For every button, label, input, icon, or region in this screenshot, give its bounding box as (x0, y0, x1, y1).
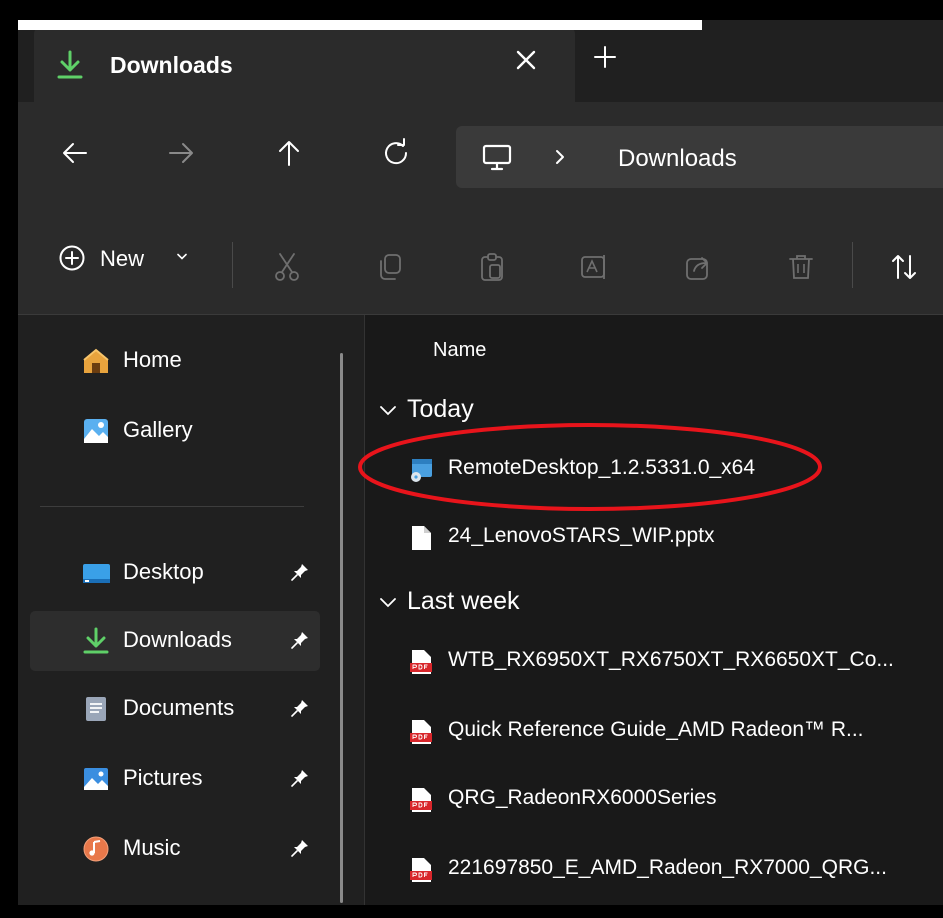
pin-icon[interactable] (291, 563, 309, 581)
new-button[interactable]: New (58, 242, 208, 282)
pdf-icon (410, 650, 432, 674)
file-row[interactable]: WTB_RX6950XT_RX6750XT_RX6650XT_Co... (365, 637, 943, 685)
breadcrumb-downloads[interactable]: Downloads (618, 145, 737, 173)
pictures-folder-icon (84, 768, 108, 790)
up-arrow-icon[interactable] (274, 138, 304, 168)
sidebar-item-gallery[interactable]: Gallery (30, 401, 320, 461)
pin-icon[interactable] (291, 769, 309, 787)
sort-icon[interactable] (890, 252, 930, 282)
pdf-icon (410, 858, 432, 882)
sidebar-item-label: Documents (123, 695, 235, 720)
file-name: QRG_RadeonRX6000Series (448, 786, 717, 809)
sidebar-item-label: Pictures (123, 765, 203, 790)
sidebar-item-label: Music (123, 835, 181, 860)
music-folder-icon (83, 836, 109, 862)
chevron-right-icon[interactable] (554, 148, 566, 166)
pdf-icon (410, 788, 432, 812)
documents-folder-icon (86, 697, 106, 721)
file-row[interactable]: 24_LenovoSTARS_WIP.pptx (365, 513, 943, 561)
file-name: 221697850_E_AMD_Radeon_RX7000_QRG... (448, 856, 887, 879)
toolbar-separator (852, 242, 853, 288)
navigation-pane: Home Gallery Desktop Downloads Documents… (18, 315, 364, 905)
group-header-today[interactable]: Today (379, 393, 679, 429)
file-explorer-window: Downloads Downloads New Home Gallery Des… (18, 20, 943, 905)
group-header-last-week[interactable]: Last week (379, 585, 679, 621)
sidebar-item-label: Home (123, 347, 182, 372)
file-row[interactable]: QRG_RadeonRX6000Series (365, 775, 943, 823)
this-pc-icon (482, 144, 512, 171)
sidebar-divider (40, 506, 304, 507)
file-row[interactable]: Quick Reference Guide_AMD Radeon™ R... (365, 707, 943, 755)
rename-icon[interactable] (580, 252, 610, 282)
file-name: 24_LenovoSTARS_WIP.pptx (448, 524, 715, 547)
sidebar-item-music[interactable]: Music (30, 819, 320, 879)
installer-icon (411, 459, 432, 482)
pin-icon[interactable] (291, 631, 309, 649)
file-name: WTB_RX6950XT_RX6750XT_RX6650XT_Co... (448, 648, 894, 671)
pin-icon[interactable] (291, 839, 309, 857)
desktop-folder-icon (83, 564, 110, 583)
group-label: Today (407, 395, 474, 423)
copy-icon[interactable] (376, 252, 406, 282)
pdf-icon (410, 720, 432, 744)
back-arrow-icon[interactable] (60, 138, 90, 168)
sidebar-item-documents[interactable]: Documents (30, 679, 320, 739)
new-label: New (100, 246, 145, 271)
file-name: Quick Reference Guide_AMD Radeon™ R... (448, 718, 864, 741)
file-row[interactable]: RemoteDesktop_1.2.5331.0_x64 (358, 423, 943, 511)
downloads-folder-icon (83, 627, 109, 654)
chevron-down-icon (177, 253, 187, 260)
add-circle-icon (59, 245, 85, 271)
new-tab-plus-icon[interactable] (594, 46, 616, 68)
gallery-icon (84, 419, 108, 443)
download-icon (57, 50, 83, 79)
sidebar-item-home[interactable]: Home (30, 331, 320, 391)
sidebar-item-label: Desktop (123, 559, 204, 584)
chevron-down-icon (380, 598, 396, 608)
tab-strip: Downloads (18, 20, 943, 102)
tab-downloads[interactable]: Downloads (34, 26, 575, 102)
chevron-down-icon (380, 406, 396, 416)
command-bar: New (18, 214, 943, 314)
refresh-icon[interactable] (381, 138, 411, 168)
sidebar-item-desktop[interactable]: Desktop (30, 543, 320, 603)
toolbar-separator (232, 242, 233, 288)
document-icon (412, 526, 431, 550)
home-icon (83, 348, 109, 373)
sidebar-scrollbar[interactable] (340, 353, 343, 903)
sidebar-item-label: Downloads (123, 627, 232, 652)
delete-icon[interactable] (786, 252, 816, 282)
file-name: RemoteDesktop_1.2.5331.0_x64 (448, 456, 756, 479)
column-header-name[interactable]: Name (433, 339, 486, 362)
navigation-bar: Downloads (18, 102, 943, 214)
file-list: Name Today RemoteDesktop_1.2.5331.0_x64 (358, 315, 943, 905)
top-edge-bar (18, 20, 702, 30)
tab-title: Downloads (110, 52, 233, 78)
file-row[interactable]: 221697850_E_AMD_Radeon_RX7000_QRG... (365, 845, 943, 893)
close-icon[interactable] (514, 48, 538, 72)
forward-arrow-icon[interactable] (166, 138, 196, 168)
pin-icon[interactable] (291, 699, 309, 717)
sidebar-item-pictures[interactable]: Pictures (30, 749, 320, 809)
paste-icon[interactable] (478, 252, 508, 282)
group-label: Last week (407, 587, 520, 615)
share-icon[interactable] (684, 252, 714, 282)
address-bar[interactable]: Downloads (456, 126, 943, 188)
sidebar-item-downloads[interactable]: Downloads (30, 611, 320, 671)
sidebar-item-label: Gallery (123, 417, 193, 442)
cut-icon[interactable] (272, 252, 302, 282)
